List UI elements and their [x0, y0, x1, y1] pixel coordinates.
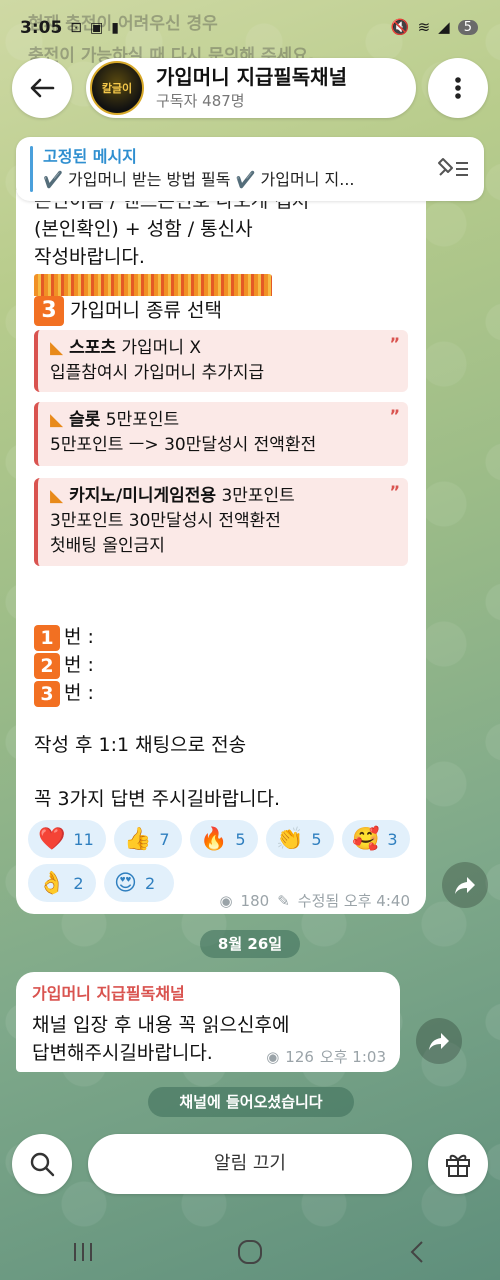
answer-line-3: 3번 :	[34, 680, 94, 707]
quote-block-slots: ” ◣ 슬롯 5만포인트 5만포인트 ㅡ> 30만달성시 전액환전	[34, 402, 408, 466]
chevron-left-icon	[410, 1241, 423, 1263]
recents-button[interactable]	[53, 1232, 113, 1272]
message-text: 답변해주시길바랍니다.	[32, 1042, 213, 1064]
ice-cream-icon: ◣	[50, 338, 64, 358]
quote-icon: ”	[389, 406, 400, 425]
pinned-body: ✔️ 가입머니 받는 방법 필독 ✔️ 가입머니 지...	[43, 170, 355, 189]
channel-avatar[interactable]: 칼글이	[90, 61, 144, 115]
status-bar: 3:05 ⊡ ▣ ▮ 🔇 ≋ ◢ 5	[0, 0, 500, 56]
gift-button[interactable]	[428, 1134, 488, 1194]
recents-icon	[74, 1243, 93, 1261]
quote-icon: ”	[389, 334, 400, 353]
mute-icon: 🔇	[390, 18, 410, 36]
wifi-icon: ≋	[417, 18, 431, 36]
more-options-button[interactable]	[428, 58, 488, 118]
share-button[interactable]	[442, 862, 488, 908]
message-meta: ◉ 126 오후 1:03	[266, 1046, 386, 1067]
message-bubble: 은인이름 / 핸드폰번호 나오게 캡처 (본인확인) + 성함 / 통신사 작성…	[16, 190, 426, 914]
number-1-badge: 1	[34, 624, 60, 651]
share-button-2[interactable]	[416, 1018, 462, 1064]
message-text: 채널 입장 후 내용 꼭 읽으신후에	[32, 1014, 290, 1036]
more-vertical-icon	[455, 77, 461, 99]
ice-cream-icon: ◣	[50, 486, 64, 506]
home-button[interactable]	[220, 1232, 280, 1272]
back-button[interactable]	[12, 58, 72, 118]
joined-notice: 채널에 들어오셨습니다	[148, 1087, 354, 1117]
pin-list-icon[interactable]	[436, 155, 470, 185]
arrow-left-icon	[30, 78, 55, 98]
sender-name: 가입머니 지급필독채널	[32, 984, 185, 1003]
reaction-thumbs-up[interactable]: 👍 7	[114, 820, 182, 858]
reaction-clap[interactable]: 👏 5	[266, 820, 334, 858]
answer-line-1: 1번 :	[34, 624, 94, 651]
reaction-smiling-hearts[interactable]: 🥰 3	[342, 820, 410, 858]
notification-icon: ⊡	[70, 20, 83, 36]
number-2-badge: 2	[34, 652, 60, 679]
gift-icon	[446, 1154, 470, 1177]
search-icon	[30, 1152, 55, 1177]
share-arrow-icon	[455, 877, 475, 894]
message-time: 오후 1:03	[319, 1048, 386, 1066]
message-meta: ◉ 180 ✎ 수정됨 오후 4:40	[219, 890, 410, 911]
pinned-accent	[30, 146, 33, 192]
home-icon	[237, 1240, 262, 1264]
reaction-heart-eyes[interactable]: 😍 2	[104, 864, 174, 902]
share-arrow-icon	[429, 1033, 449, 1050]
view-count: 126	[285, 1047, 314, 1066]
edited-time: 수정됨 오후 4:40	[297, 892, 410, 910]
answer-line-2: 2번 :	[34, 652, 94, 679]
view-count: 180	[240, 891, 270, 910]
message-text: 꼭 3가지 답변 주시길바랍니다.	[34, 788, 281, 810]
quote-block-casino: ” ◣ 카지노/미니게임전용 3만포인트 3만포인트 30만달성시 전액환전 첫배…	[34, 478, 408, 566]
system-nav-bar	[0, 1224, 500, 1280]
back-nav-button[interactable]	[387, 1232, 447, 1272]
channel-title: 가입머니 지급필독채널	[156, 65, 347, 89]
pinned-message-bar[interactable]: 고정된 메시지 ✔️ 가입머니 받는 방법 필독 ✔️ 가입머니 지...	[16, 137, 484, 201]
number-3-badge: 3	[34, 296, 64, 326]
eye-icon: ◉	[219, 891, 233, 910]
lock-icon: ▮	[111, 20, 119, 36]
reaction-ok-hand[interactable]: 👌 2	[28, 864, 96, 902]
ice-cream-icon: ◣	[50, 410, 64, 430]
quote-icon: ”	[389, 482, 400, 501]
number-3-badge: 3	[34, 680, 60, 707]
pinned-title: 고정된 메시지	[43, 147, 137, 166]
subscriber-count: 구독자 487명	[156, 92, 245, 110]
status-time: 3:05	[20, 18, 63, 38]
pin-small-icon: ✎	[277, 891, 290, 910]
message-text: (본인확인) + 성함 / 통신사	[34, 218, 253, 240]
battery-indicator: 5	[457, 19, 478, 35]
quote-block-sports: ” ◣ 스포츠 가입머니 X 입플참여시 가입머니 추가지급	[34, 330, 408, 392]
message-bubble-2: 가입머니 지급필독채널 채널 입장 후 내용 꼭 읽으신후에 답변해주시길바랍니…	[16, 972, 400, 1072]
fire-divider	[34, 274, 272, 296]
date-separator: 8월 26일	[200, 930, 300, 958]
signal-icon: ◢	[438, 18, 450, 36]
eye-icon: ◉	[266, 1047, 280, 1066]
message-text: 작성 후 1:1 채팅으로 전송	[34, 734, 247, 756]
section-heading: 3 가입머니 종류 선택	[34, 296, 222, 326]
reaction-fire[interactable]: 🔥 5	[190, 820, 258, 858]
channel-header[interactable]: 칼글이 가입머니 지급필독채널 구독자 487명	[86, 58, 416, 118]
reaction-heart[interactable]: ❤️ 11	[28, 820, 106, 858]
search-button[interactable]	[12, 1134, 72, 1194]
sim-icon: ▣	[90, 20, 104, 36]
message-text: 작성바랍니다.	[34, 246, 145, 268]
mute-notifications-button[interactable]: 알림 끄기	[88, 1134, 412, 1194]
